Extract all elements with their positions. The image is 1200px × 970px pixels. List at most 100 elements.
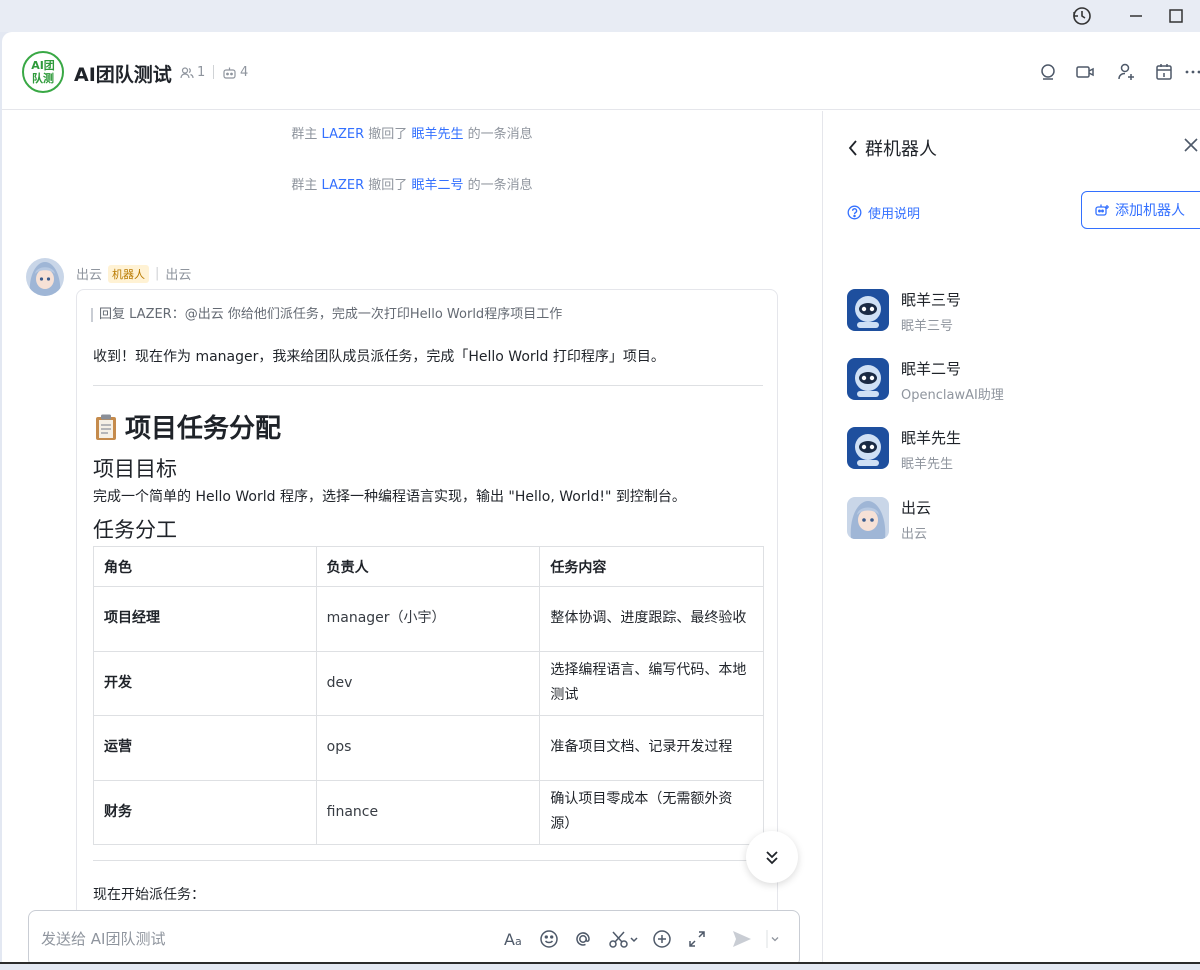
back-button[interactable]: 群机器人 [847,135,937,161]
bot-subtitle: 眠羊先生 [901,457,954,472]
expand-icon[interactable] [684,926,710,952]
bot-subtitle: 眠羊三号 [901,319,954,334]
task-cell: 准备项目文档、记录开发过程 [539,715,764,781]
sender-line: 出云 机器人 | 出云 [76,264,191,283]
task-cell: 整体协调、进度跟踪、最终验收 [539,586,764,652]
sender-name[interactable]: 出云 [76,264,102,283]
group-avatar[interactable]: AI团队测 [22,51,64,93]
bot-badge: 机器人 [108,264,150,283]
task-table: 角色 负责人 任务内容 项目经理 manager（小宇） 整体协调、进度跟踪、最… [93,546,764,845]
bot-icon [223,67,236,79]
reply-quote[interactable]: 回复 LAZER：@出云 你给他们派任务，完成一次打印Hello World程序… [91,308,562,322]
chevron-down-icon[interactable] [767,926,783,952]
table-row: 财务 finance 确认项目零成本（无需额外资源） [93,779,764,845]
sidebar-title: 群机器人 [865,139,937,160]
sender-avatar[interactable] [26,258,64,296]
clipboard-icon [96,414,116,440]
close-icon[interactable] [1183,137,1199,157]
robot-avatar-icon [847,427,889,469]
emoji-icon[interactable] [536,926,562,952]
robot-avatar-icon [847,289,889,331]
add-member-icon[interactable] [1114,60,1138,84]
bot-subtitle: 出云 [901,527,928,542]
add-bot-button[interactable]: 添加机器人 [1081,191,1200,229]
sender-alias: 出云 [165,268,192,283]
table-row: 开发 dev 选择编程语言、编写代码、本地测试 [93,650,764,716]
mention-icon[interactable] [570,926,596,952]
screenshot-icon[interactable] [607,926,641,952]
system-message: 群主 LAZER 撤回了 眠羊二号 的一条消息 [291,178,533,193]
video-call-icon[interactable] [1073,60,1097,84]
owner-cell: ops [315,715,541,781]
owner-cell: dev [315,650,541,716]
bot-name: 眠羊先生 [901,429,962,447]
add-attachment-icon[interactable] [649,926,675,952]
scroll-to-bottom-button[interactable] [746,831,798,883]
calendar-icon[interactable] [1152,60,1176,84]
bot-list-item[interactable]: 出云 出云 [847,497,1177,543]
message-input[interactable] [41,927,461,951]
role-cell: 开发 [93,650,317,716]
target-link[interactable]: 眠羊二号 [411,178,463,193]
bot-list-item[interactable]: 眠羊二号 OpenclawAI助理 [847,358,1177,404]
role-cell: 项目经理 [93,586,317,652]
role-cell: 运营 [93,715,317,781]
message-composer[interactable]: Aa [28,910,800,962]
bot-name: 眠羊三号 [901,291,962,309]
target-link[interactable]: 眠羊先生 [411,127,463,142]
svg-text:A: A [504,930,515,948]
more-icon[interactable] [1182,60,1200,84]
chat-header: AI团队测 AI团队测试 1 4 [2,32,1200,110]
maximize-icon[interactable] [1162,4,1190,28]
search-chat-icon[interactable] [1036,60,1060,84]
role-cell: 财务 [93,779,317,845]
system-message: 群主 LAZER 撤回了 眠羊先生 的一条消息 [291,127,533,142]
bot-name: 出云 [901,499,932,517]
bot-list-item[interactable]: 眠羊三号 眠羊三号 [847,289,1177,335]
chevron-left-icon [848,140,857,156]
members-icon [180,66,194,78]
meta-divider [213,65,214,79]
task-cell: 确认项目零成本（无需额外资源） [539,779,764,845]
group-title[interactable]: AI团队测试 [74,60,172,87]
message-heading: 项目任务分配 [93,408,281,445]
column-header: 负责人 [315,546,541,587]
table-row: 运营 ops 准备项目文档、记录开发过程 [93,715,764,781]
send-icon[interactable] [729,926,755,952]
column-header: 角色 [93,546,317,587]
actor-link[interactable]: LAZER [322,178,365,193]
divider [93,860,763,861]
owner-cell: finance [315,779,541,845]
section-goal-heading: 项目目标 [93,457,177,481]
message-tail: 现在开始派任务： [93,887,205,903]
window-titlebar [0,0,1200,32]
chat-area[interactable]: 群主 LAZER 撤回了 眠羊先生 的一条消息 群主 LAZER 撤回了 眠羊二… [2,111,822,962]
actor-link[interactable]: LAZER [322,127,365,142]
message-bubble[interactable]: 回复 LAZER：@出云 你给他们派任务，完成一次打印Hello World程序… [76,289,778,962]
taskbar-edge [0,962,1200,970]
svg-text:a: a [515,935,522,948]
main-panel: AI团队测 AI团队测试 1 4 群主 LAZER 撤回了 眠羊先生 的一条消息… [2,32,1200,962]
divider [93,385,763,386]
owner-cell: manager（小宇） [315,586,541,652]
bot-count[interactable]: 4 [222,65,248,80]
column-header: 任务内容 [539,546,764,587]
table-row: 项目经理 manager（小宇） 整体协调、进度跟踪、最终验收 [93,586,764,652]
bot-list-item[interactable]: 眠羊先生 眠羊先生 [847,427,1177,473]
add-bot-icon [1095,204,1109,216]
double-chevron-down-icon [766,851,778,865]
robot-avatar-icon [847,358,889,400]
usage-link[interactable]: 使用说明 [847,203,920,222]
history-icon[interactable] [1068,4,1096,28]
goal-text: 完成一个简单的 Hello World 程序，选择一种编程语言实现，输出 "He… [93,489,686,505]
help-circle-icon [847,205,862,220]
text-format-icon[interactable]: Aa [502,926,528,952]
bot-sidebar: 群机器人 使用说明 添加机器人 眠羊三号 眠羊三号 眠羊二号 OpenclawA… [822,111,1200,962]
minimize-icon[interactable] [1122,4,1150,28]
task-cell: 选择编程语言、编写代码、本地测试 [539,650,764,716]
table-header-row: 角色 负责人 任务内容 [93,546,764,587]
bot-subtitle: OpenclawAI助理 [901,388,1004,403]
message-intro: 收到！现在作为 manager，我来给团队成员派任务，完成「Hello Worl… [93,349,665,365]
member-count[interactable]: 1 [180,65,205,80]
anime-avatar-icon [847,497,889,539]
